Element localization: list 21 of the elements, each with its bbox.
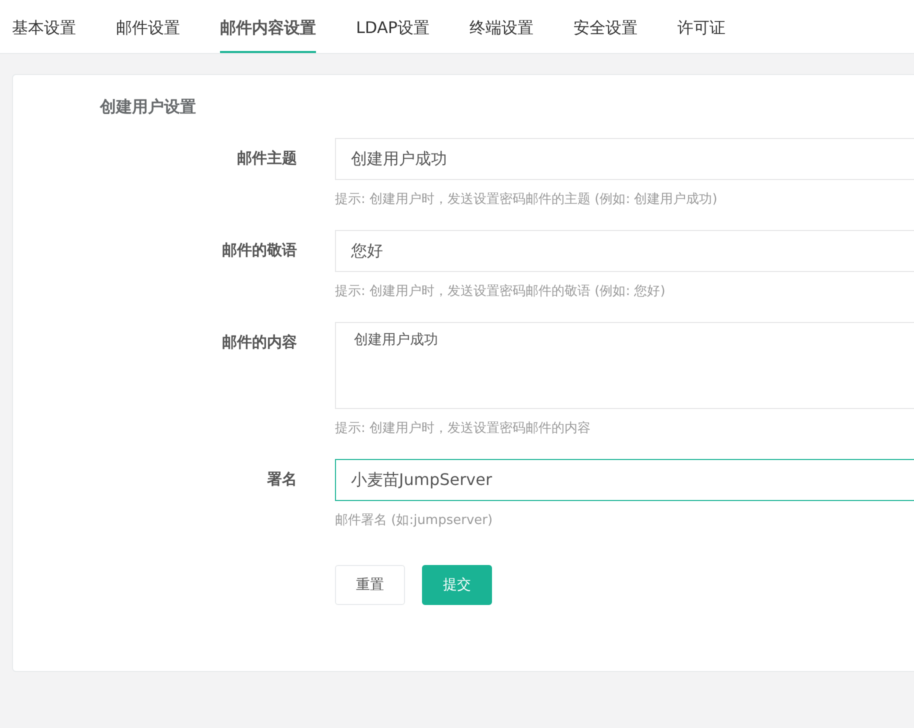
input-field[interactable]: 小麦苗JumpServer bbox=[335, 459, 914, 501]
tab[interactable]: 邮件内容设置 bbox=[220, 0, 316, 53]
field-hint: 提示: 创建用户时，发送设置密码邮件的主题 (例如: 创建用户成功) bbox=[335, 191, 718, 208]
field-label: 邮件的内容 bbox=[221, 332, 297, 353]
tab[interactable]: 基本设置 bbox=[12, 0, 76, 53]
field-label: 邮件主题 bbox=[236, 148, 297, 169]
tab[interactable]: 安全设置 bbox=[574, 0, 638, 53]
text-area[interactable]: 创建用户成功 bbox=[335, 322, 914, 409]
field-label: 署名 bbox=[266, 469, 297, 490]
reset-button[interactable]: 重置 bbox=[335, 565, 405, 605]
tab[interactable]: 终端设置 bbox=[470, 0, 534, 53]
field-label: 邮件的敬语 bbox=[221, 240, 297, 261]
field-hint: 提示: 创建用户时，发送设置密码邮件的内容 bbox=[335, 420, 592, 437]
section-title: 创建用户设置 bbox=[100, 97, 197, 118]
tab[interactable]: 邮件设置 bbox=[116, 0, 180, 53]
input-field[interactable]: 创建用户成功 bbox=[335, 138, 914, 180]
field-hint: 提示: 创建用户时，发送设置密码邮件的敬语 (例如: 您好) bbox=[335, 283, 666, 300]
input-field[interactable]: 您好 bbox=[335, 230, 914, 272]
tab[interactable]: 许可证 bbox=[678, 0, 726, 53]
tab[interactable]: LDAP设置 bbox=[356, 0, 430, 53]
field-hint: 邮件署名 (如:jumpserver) bbox=[335, 512, 494, 529]
